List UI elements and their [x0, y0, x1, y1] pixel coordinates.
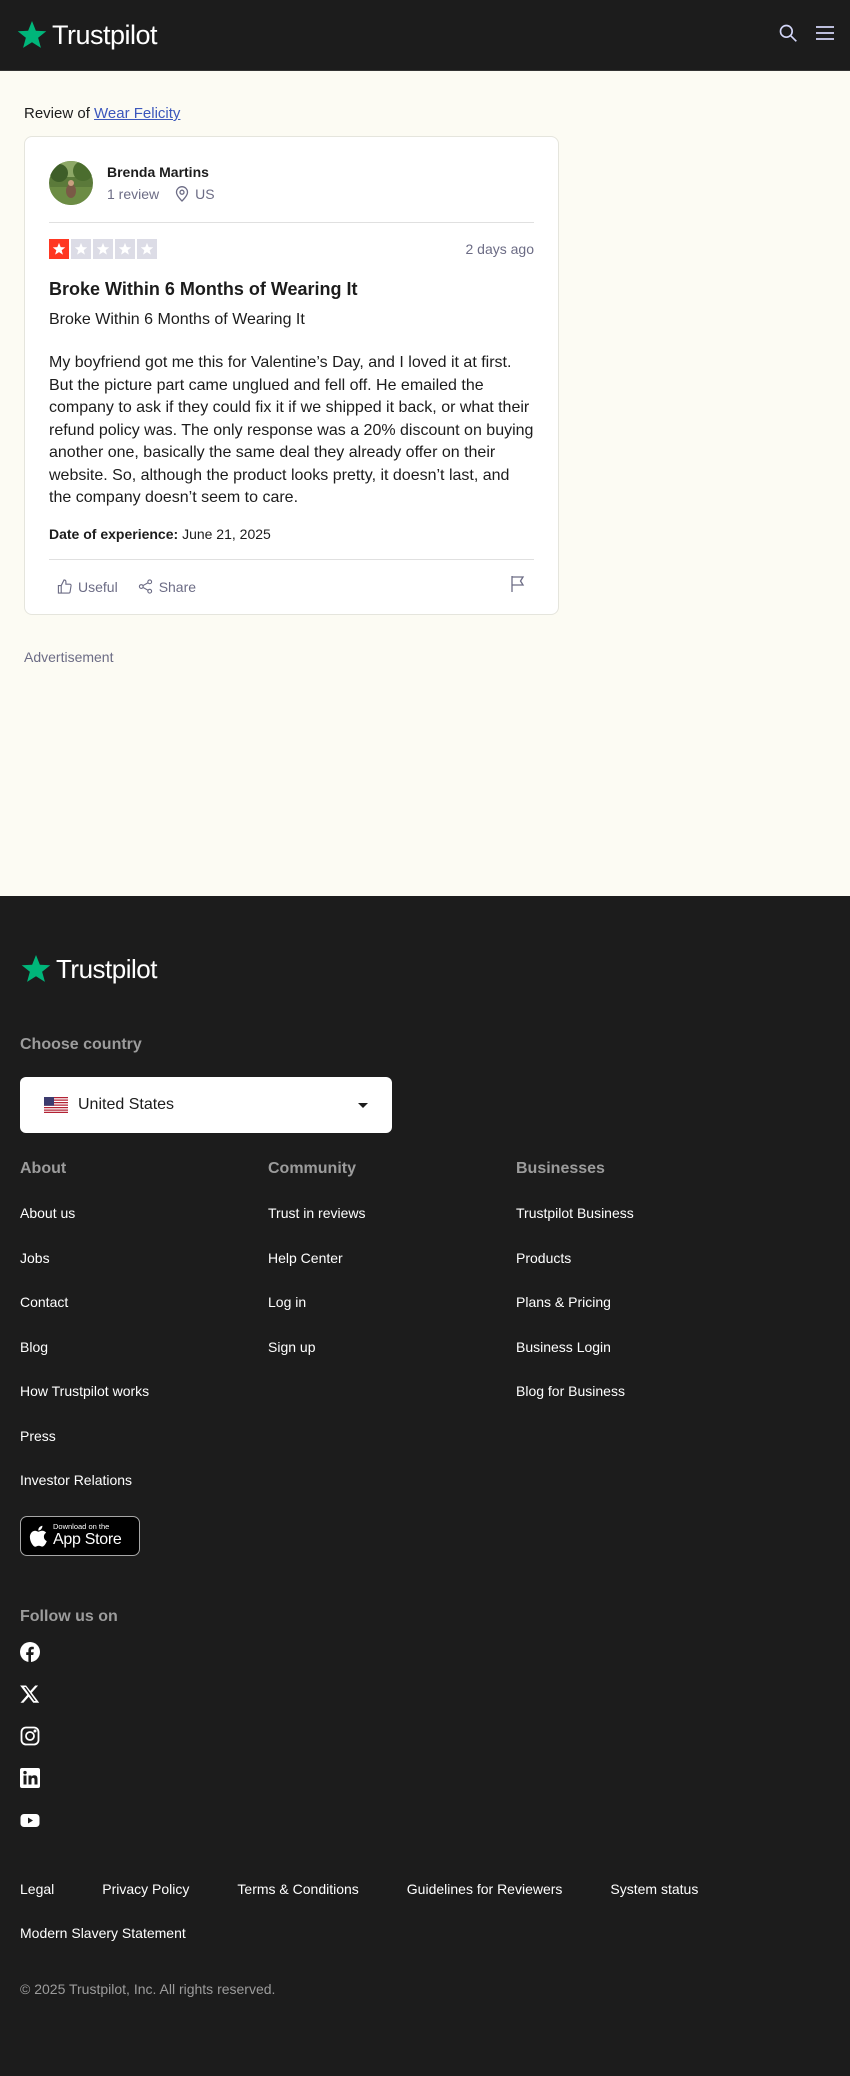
reviewer-country: US — [195, 186, 215, 202]
footer-link[interactable]: Trustpilot Business — [516, 1202, 764, 1224]
star-icon — [49, 239, 69, 259]
avatar[interactable] — [49, 161, 93, 205]
facebook-icon[interactable] — [20, 1642, 40, 1662]
trustpilot-star-icon — [17, 21, 47, 48]
footer-column-title: Businesses — [516, 1160, 605, 1177]
company-link[interactable]: Wear Felicity — [94, 105, 180, 122]
reviewer-info: Brenda Martins 1 review US — [49, 161, 534, 223]
instagram-icon[interactable] — [20, 1726, 40, 1746]
star-icon — [93, 239, 113, 259]
appstore-big-text: App Store — [53, 1531, 122, 1548]
footer-link[interactable]: Blog for Business — [516, 1380, 764, 1402]
review-date: 2 days ago — [465, 241, 535, 257]
thumbs-up-icon — [57, 579, 72, 594]
footer-link[interactable]: Blog — [20, 1336, 268, 1358]
report-flag-icon[interactable] — [510, 575, 526, 598]
country-select[interactable]: United States — [20, 1077, 392, 1133]
social-links — [20, 1642, 830, 1830]
selected-country: United States — [78, 1096, 175, 1113]
footer-link[interactable]: Help Center — [268, 1247, 516, 1269]
footer-column-title: About — [20, 1160, 67, 1177]
menu-icon[interactable] — [816, 25, 834, 46]
footer-link[interactable]: Plans & Pricing — [516, 1291, 764, 1313]
site-footer: Trustpilot Choose country United States … — [0, 896, 850, 2076]
trustpilot-star-icon — [21, 955, 51, 982]
footer-link[interactable]: Business Login — [516, 1336, 764, 1358]
footer-link[interactable]: Jobs — [20, 1247, 268, 1269]
appstore-small-text: Download on the — [53, 1522, 110, 1531]
footer-brand-name: Trustpilot — [56, 953, 157, 984]
legal-links: Legal Privacy Policy Terms & Conditions Gui… — [20, 1878, 780, 1944]
trustpilot-logo[interactable]: Trustpilot — [16, 19, 158, 51]
star-rating — [49, 239, 157, 259]
footer-column-title: Community — [268, 1160, 356, 1177]
linkedin-icon[interactable] — [20, 1768, 40, 1788]
footer-link[interactable]: Press — [20, 1425, 268, 1447]
star-icon — [71, 239, 91, 259]
share-icon — [138, 579, 152, 594]
follow-us-label: Follow us on — [20, 1608, 118, 1625]
chevron-down-icon — [358, 1102, 368, 1108]
footer-link[interactable]: Sign up — [268, 1336, 516, 1358]
date-of-experience: Date of experience: June 21, 2025 — [49, 526, 534, 542]
experience-date: June 21, 2025 — [182, 525, 271, 542]
review-of-line: Review of Wear Felicity — [24, 104, 826, 124]
app-store-button[interactable]: Download on the App Store — [20, 1516, 140, 1556]
share-button[interactable]: Share — [138, 579, 196, 595]
us-flag-icon — [44, 1097, 68, 1113]
footer-link[interactable]: How Trustpilot works — [20, 1380, 268, 1402]
legal-link[interactable]: Privacy Policy — [102, 1878, 189, 1900]
youtube-icon[interactable] — [20, 1810, 40, 1830]
review-body: My boyfriend got me this for Valentine’s… — [49, 354, 534, 506]
footer-link[interactable]: About us — [20, 1202, 268, 1224]
main-content: Review of Wear Felicity Brenda Martins 1 — [0, 71, 850, 896]
footer-column-community: Community Trust in reviews Help Center Log … — [268, 1158, 516, 1491]
footer-link[interactable]: Investor Relations — [20, 1469, 268, 1491]
legal-link[interactable]: System status — [610, 1878, 698, 1900]
location-pin-icon — [175, 186, 189, 202]
search-icon[interactable] — [778, 23, 798, 48]
star-icon — [137, 239, 157, 259]
footer-columns: About About us Jobs Contact Blog How Trustpil… — [20, 1158, 830, 1491]
footer-column-about: About About us Jobs Contact Blog How Trustpil… — [20, 1158, 268, 1491]
legal-link[interactable]: Guidelines for Reviewers — [407, 1878, 563, 1900]
site-header: Trustpilot — [0, 0, 850, 71]
review-subtitle: Broke Within 6 Months of Wearing It — [49, 311, 305, 328]
useful-label: Useful — [78, 578, 118, 595]
legal-link[interactable]: Modern Slavery Statement — [20, 1922, 186, 1944]
review-actions: Useful Share — [49, 558, 534, 614]
footer-link[interactable]: Products — [516, 1247, 764, 1269]
experience-label: Date of experience: — [49, 525, 179, 542]
legal-link[interactable]: Legal — [20, 1878, 54, 1900]
review-count: 1 review — [107, 186, 160, 202]
footer-column-businesses: Businesses Trustpilot Business Products Pla… — [516, 1158, 764, 1491]
x-icon[interactable] — [20, 1684, 40, 1704]
advertisement-label: Advertisement — [24, 648, 114, 665]
footer-link[interactable]: Contact — [20, 1291, 268, 1313]
footer-logo[interactable]: Trustpilot — [20, 953, 830, 985]
reviewer-name[interactable]: Brenda Martins — [107, 164, 215, 180]
review-card: Brenda Martins 1 review US 2 days ago Br… — [24, 136, 559, 615]
useful-button[interactable]: Useful — [57, 579, 118, 595]
review-of-prefix: Review of — [24, 105, 90, 122]
brand-name: Trustpilot — [52, 19, 158, 50]
footer-link[interactable]: Trust in reviews — [268, 1202, 516, 1224]
star-icon — [115, 239, 135, 259]
apple-icon — [29, 1525, 47, 1547]
footer-link[interactable]: Log in — [268, 1291, 516, 1313]
choose-country-label: Choose country — [20, 1036, 142, 1053]
legal-link[interactable]: Terms & Conditions — [237, 1878, 358, 1900]
copyright: © 2025 Trustpilot, Inc. All rights reser… — [20, 1981, 276, 1997]
review-title: Broke Within 6 Months of Wearing It — [49, 279, 358, 299]
share-label: Share — [158, 578, 197, 595]
